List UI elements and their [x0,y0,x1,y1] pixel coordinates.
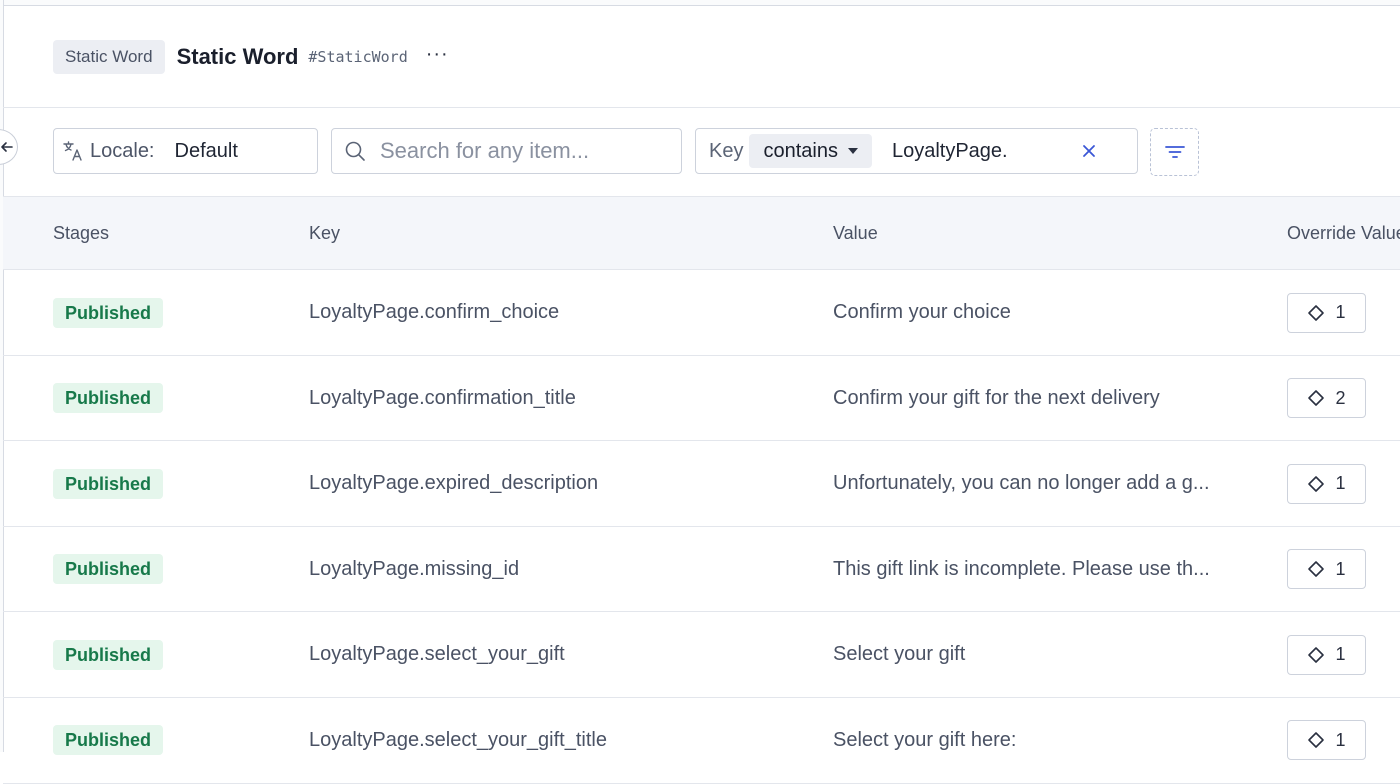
diamond-icon [1308,390,1325,406]
page-header: Static Word Static Word #StaticWord ··· [53,40,449,74]
override-values-button[interactable]: 1 [1287,292,1366,333]
status-badge: Published [53,297,164,328]
override-values-button[interactable]: 1 [1287,634,1366,675]
filter-value-input[interactable]: LoyaltyPage. [892,140,1067,163]
table-row[interactable]: Published LoyaltyPage.select_your_gift S… [3,612,1400,698]
override-count: 2 [1335,387,1346,408]
stage-cell: Published [53,698,164,783]
page-title: Static Word [176,44,299,69]
override-cell: 1 [1287,441,1366,526]
table-row[interactable]: Published LoyaltyPage.select_your_gift_t… [3,698,1400,784]
override-count: 1 [1335,644,1346,665]
table-body: Published LoyaltyPage.confirm_choice Con… [3,270,1400,784]
stage-cell: Published [53,356,164,441]
key-cell[interactable]: LoyaltyPage.expired_description [309,441,598,526]
locale-label: Locale: [90,139,155,162]
arrow-left-icon [1,142,13,152]
more-options-button[interactable]: ··· [426,44,449,70]
status-badge: Published [53,468,164,499]
table-row[interactable]: Published LoyaltyPage.confirmation_title… [3,356,1400,442]
value-cell[interactable]: This gift link is incomplete. Please use… [833,527,1238,612]
stage-cell: Published [53,527,164,612]
override-cell: 1 [1287,698,1366,783]
value-text: Select your gift [833,643,966,666]
diamond-icon [1308,647,1325,663]
model-badge: Static Word [53,40,165,74]
override-cell: 1 [1287,270,1366,355]
key-cell[interactable]: LoyaltyPage.select_your_gift [309,612,565,697]
value-text: Confirm your choice [833,301,1011,323]
key-text: LoyaltyPage.missing_id [309,557,520,580]
override-values-button[interactable]: 1 [1287,549,1366,590]
value-cell[interactable]: Confirm your gift for the next delivery [833,356,1238,441]
override-cell: 1 [1287,612,1366,697]
override-count: 1 [1335,473,1346,494]
value-text: Select your gift here: [833,728,1017,751]
table-header: Stages Key Value Override Value [3,196,1400,270]
status-badge: Published [53,639,164,670]
override-cell: 2 [1287,356,1366,441]
stage-cell: Published [53,270,164,355]
key-text: LoyaltyPage.select_your_gift_title [309,728,607,751]
key-cell[interactable]: LoyaltyPage.select_your_gift_title [309,698,607,783]
override-values-button[interactable]: 2 [1287,378,1366,419]
key-filter: Key contains LoyaltyPage. [695,128,1138,174]
key-cell[interactable]: LoyaltyPage.confirmation_title [309,356,576,441]
diamond-icon [1308,304,1325,321]
status-badge: Published [53,554,164,585]
filter-icon [1164,146,1185,158]
stage-cell: Published [53,441,164,526]
key-text: LoyaltyPage.expired_description [309,472,599,495]
column-header-override[interactable]: Override Value [1287,197,1400,269]
value-cell[interactable]: Unfortunately, you can no longer add a g… [833,441,1238,526]
override-values-button[interactable]: 1 [1287,720,1366,761]
filter-operator-dropdown[interactable]: contains [749,134,872,168]
search-box[interactable] [331,128,682,174]
value-cell[interactable]: Select your gift [833,612,1238,697]
column-header-key[interactable]: Key [309,197,340,269]
override-count: 1 [1335,558,1346,579]
value-text: Confirm your gift for the next delivery [833,386,1160,409]
status-badge: Published [53,725,164,756]
override-count: 1 [1335,302,1346,322]
add-filter-button[interactable] [1150,128,1199,176]
key-cell[interactable]: LoyaltyPage.confirm_choice [309,270,559,355]
status-badge: Published [53,383,164,414]
value-text: This gift link is incomplete. Please use… [833,557,1210,580]
diamond-icon [1308,475,1325,492]
override-count: 1 [1335,729,1346,750]
column-header-value[interactable]: Value [833,197,878,269]
value-cell[interactable]: Select your gift here: [833,698,1238,783]
table-row[interactable]: Published LoyaltyPage.confirm_choice Con… [3,270,1400,356]
close-icon [1083,145,1095,157]
caret-down-icon [847,148,858,154]
locale-selector[interactable]: Locale: Default [53,128,318,174]
header-divider [3,107,1400,108]
stage-cell: Published [53,612,164,697]
search-icon [345,141,365,161]
filter-field-label: Key [709,139,744,162]
filter-operator-label: contains [763,139,838,162]
collapse-sidebar-button[interactable] [0,129,18,165]
clear-filter-button[interactable] [1081,143,1097,159]
value-cell[interactable]: Confirm your choice [833,270,1238,355]
api-id: #StaticWord [308,48,408,66]
key-text: LoyaltyPage.confirmation_title [309,386,576,409]
search-input[interactable] [378,137,672,165]
key-text: LoyaltyPage.select_your_gift [309,643,565,666]
table-row[interactable]: Published LoyaltyPage.expired_descriptio… [3,441,1400,527]
diamond-icon [1308,732,1325,749]
top-border [0,0,1400,6]
translate-icon [63,141,82,161]
override-values-button[interactable]: 1 [1287,463,1366,504]
key-cell[interactable]: LoyaltyPage.missing_id [309,527,519,612]
override-cell: 1 [1287,527,1366,612]
locale-value: Default [174,139,238,162]
column-header-stages[interactable]: Stages [53,197,109,269]
diamond-icon [1308,561,1325,578]
table-row[interactable]: Published LoyaltyPage.missing_id This gi… [3,527,1400,613]
value-text: Unfortunately, you can no longer add a g… [833,472,1210,495]
key-text: LoyaltyPage.confirm_choice [309,301,560,323]
